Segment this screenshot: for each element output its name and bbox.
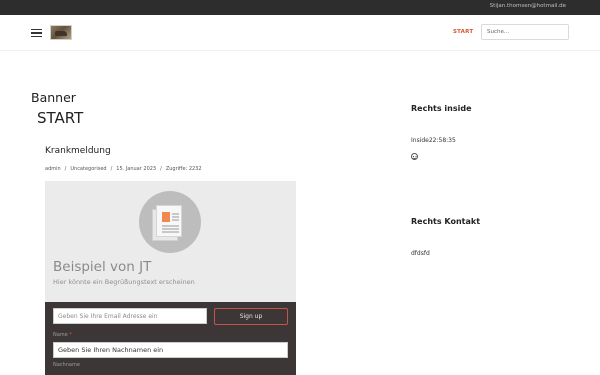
sidebar-inside-text: Inside22:58:35	[411, 137, 456, 144]
newsletter-signup-form: Sign up Name * Nachname	[45, 302, 296, 375]
hero-banner: Beispiel von JT Hier könnte ein Begrüßun…	[45, 181, 296, 302]
site-logo[interactable]	[50, 25, 72, 40]
banner-label: Banner	[31, 90, 76, 105]
hamburger-menu-icon[interactable]	[31, 29, 42, 37]
sidebar-heading-inside: Rechts inside	[411, 104, 472, 113]
article-hits: Zugriffe: 2232	[165, 166, 202, 172]
email-field[interactable]	[53, 308, 207, 324]
article-date: 15. Januar 2023	[116, 166, 157, 172]
article-title[interactable]: Krankmeldung	[45, 146, 111, 156]
nav-link-start[interactable]: START	[453, 29, 473, 35]
hero-title: Beispiel von JT	[53, 259, 152, 275]
topbar-email[interactable]: Stijan.thomsen@hotmail.de	[490, 3, 566, 9]
article-meta: admin / Uncategorised/15. Januar 2023/Zugr…	[45, 166, 202, 172]
document-illustration-icon	[139, 191, 201, 253]
name-field-label: Name *	[53, 332, 72, 338]
logo-animal-image	[55, 31, 67, 36]
article-author: admin	[45, 166, 61, 172]
smiley-icon	[411, 153, 418, 160]
article-category[interactable]: Uncategorised	[70, 166, 106, 172]
site-header: START	[0, 15, 600, 51]
page-title: START	[37, 109, 84, 127]
sidebar-heading-contact: Rechts Kontakt	[411, 217, 481, 226]
sidebar-contact-text: dfdsfd	[411, 250, 430, 257]
sign-up-button[interactable]: Sign up	[214, 308, 288, 325]
search-input[interactable]	[481, 24, 569, 40]
lastname-field[interactable]	[53, 342, 288, 358]
top-bar: Stijan.thomsen@hotmail.de	[0, 0, 600, 15]
lastname-field-label: Nachname	[53, 362, 80, 368]
hero-subtitle: Hier könnte ein Begrüßungstext erscheine…	[53, 278, 195, 286]
